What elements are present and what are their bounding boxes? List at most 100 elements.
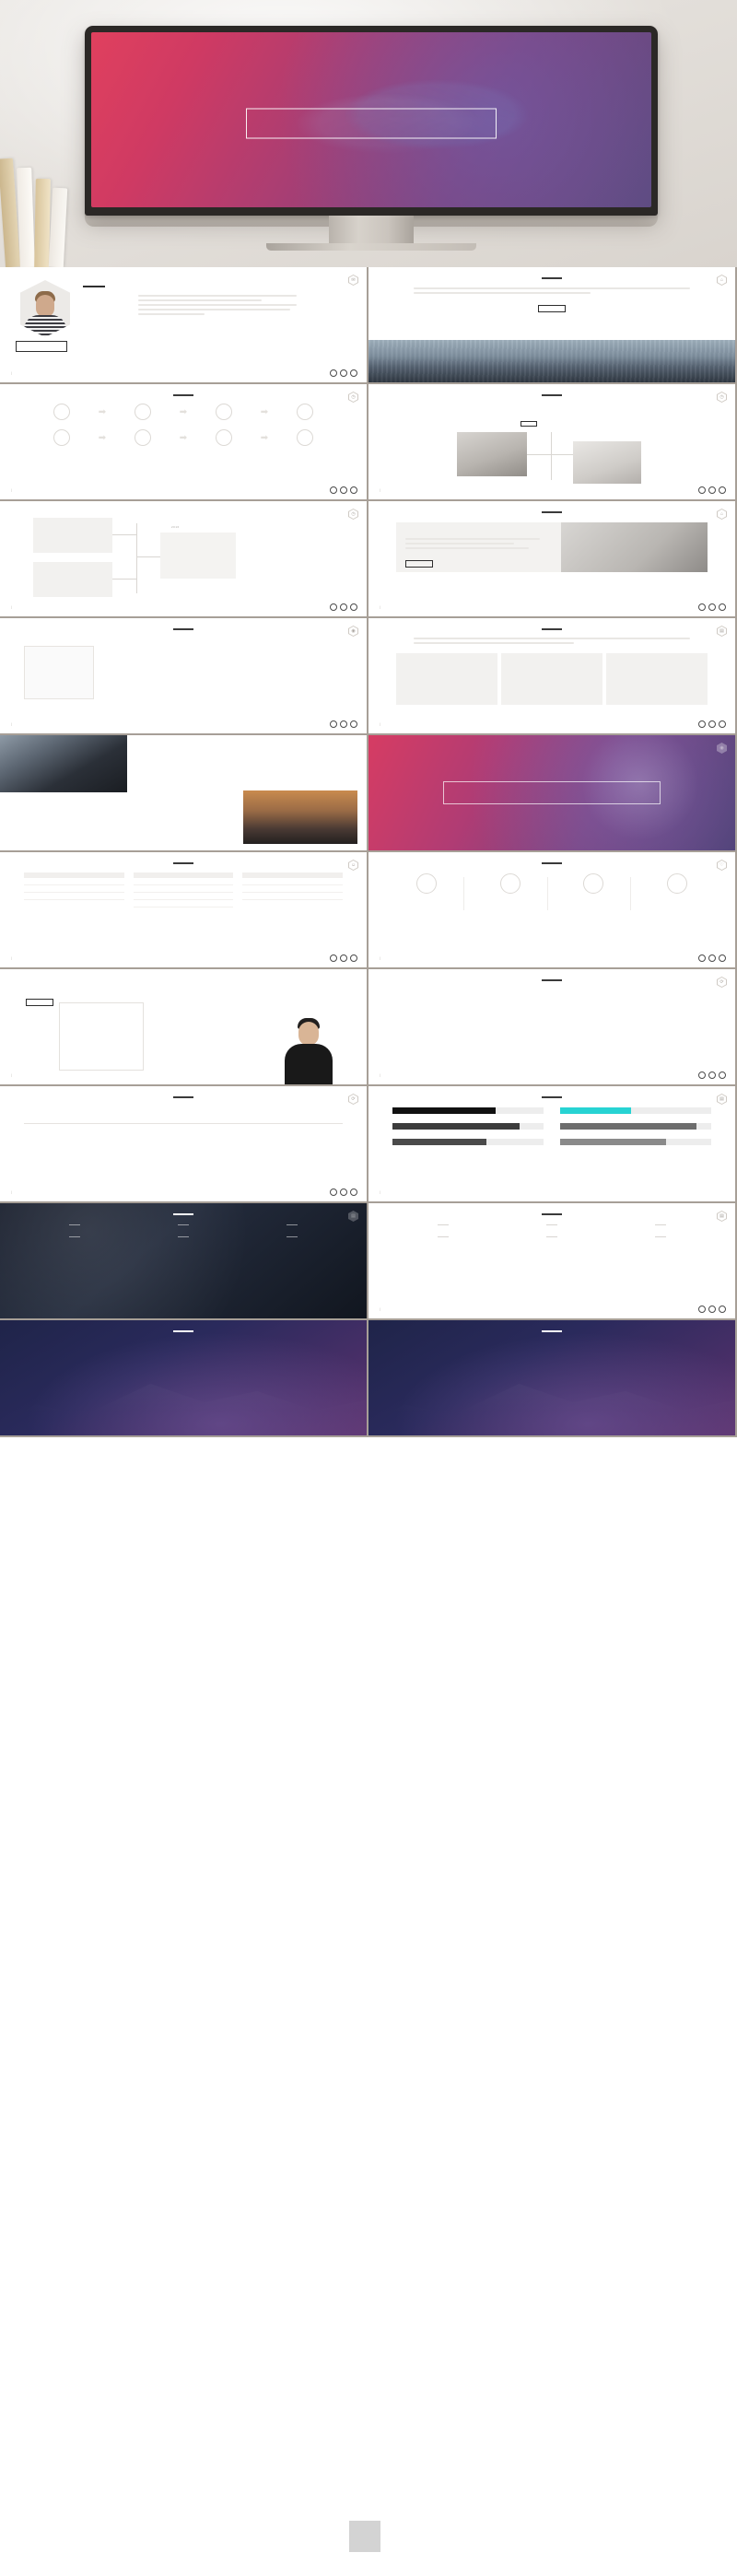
twitter-icon[interactable] [340,720,347,728]
overview-item[interactable] [280,428,330,450]
process-step[interactable] [414,990,478,995]
twitter-icon[interactable] [340,954,347,962]
service-item[interactable] [41,1234,109,1241]
value-item[interactable] [391,872,465,910]
linkedin-icon[interactable] [698,720,706,728]
linkedin-icon[interactable] [698,1306,706,1313]
slide-content-overview[interactable]: ◷ ➡ ➡ ➡ ➡ ➡ ➡ | [0,384,367,499]
service-item[interactable] [149,1234,217,1241]
process-step[interactable] [142,1130,188,1135]
value-item[interactable] [641,872,713,898]
social-links[interactable] [330,603,357,611]
slide-our-services-light[interactable]: ▤ | [368,1203,735,1318]
slide-our-values[interactable]: ♡ | [368,852,735,967]
slide-quotes[interactable] [0,735,367,850]
linkedin-icon[interactable] [698,954,706,962]
twitter-icon[interactable] [708,954,716,962]
feature-item[interactable] [107,677,217,699]
facebook-icon[interactable] [719,486,726,494]
overview-item[interactable] [118,428,168,450]
facebook-icon[interactable] [350,1188,357,1196]
slide-about-us[interactable]: ⌂ [368,267,735,382]
linkedin-icon[interactable] [698,603,706,611]
linkedin-icon[interactable] [330,1188,337,1196]
our-history-button[interactable] [538,304,566,312]
service-item[interactable] [409,1222,477,1229]
slide-technology[interactable]: | [0,969,367,1084]
twitter-icon[interactable] [708,1306,716,1313]
social-links[interactable] [698,486,726,494]
slide-our-services-dark[interactable]: ▤ [0,1203,367,1318]
social-links[interactable] [698,1071,726,1079]
slide-timeline[interactable]: ◷ | [368,384,735,499]
process-step[interactable] [103,1108,149,1113]
process-step[interactable] [181,1108,227,1113]
social-links[interactable] [698,1306,726,1313]
facebook-icon[interactable] [350,954,357,962]
service-item[interactable] [258,1222,326,1229]
twitter-icon[interactable] [708,486,716,494]
feature-item[interactable] [232,646,343,668]
linkedin-icon[interactable] [330,603,337,611]
service-item[interactable] [626,1222,695,1229]
process-step[interactable] [64,1130,111,1135]
feature-item[interactable] [107,646,217,668]
twitter-icon[interactable] [708,603,716,611]
service-item[interactable] [41,1222,109,1229]
twitter-icon[interactable] [340,1188,347,1196]
social-links[interactable] [698,603,726,611]
overview-item[interactable] [118,403,168,424]
contact-button[interactable] [405,559,433,568]
facebook-icon[interactable] [350,486,357,494]
facebook-icon[interactable] [719,603,726,611]
overview-item[interactable] [199,403,249,424]
process-step[interactable] [626,990,690,995]
value-item[interactable] [557,872,632,910]
twitter-icon[interactable] [340,603,347,611]
linkedin-icon[interactable] [330,954,337,962]
social-links[interactable] [330,1188,357,1196]
service-item[interactable] [409,1234,477,1241]
slide-our-services-bars[interactable]: ▤ | [368,1086,735,1201]
service-item[interactable] [518,1222,586,1229]
service-item[interactable] [149,1222,217,1229]
linkedin-icon[interactable] [330,369,337,377]
facebook-icon[interactable] [350,720,357,728]
slide-our-business[interactable]: ▤ | [368,618,735,733]
facebook-icon[interactable] [719,1306,726,1313]
facebook-icon[interactable] [719,720,726,728]
slide-our-process[interactable]: ⟳ | [368,969,735,1084]
slide-about-us-2[interactable]: ⌂ | [368,501,735,616]
facebook-icon[interactable] [350,369,357,377]
value-item[interactable] [474,872,548,910]
slide-my-profile[interactable]: ☺ | [0,852,367,967]
social-links[interactable] [330,486,357,494]
service-item[interactable] [258,1234,326,1241]
slide-welcome-message[interactable]: ✉ | [0,267,367,382]
overview-item[interactable] [37,428,87,450]
facebook-icon[interactable] [719,954,726,962]
twitter-icon[interactable] [708,720,716,728]
linkedin-icon[interactable] [698,486,706,494]
overview-item[interactable] [37,403,87,424]
overview-item[interactable] [199,428,249,450]
social-links[interactable] [698,720,726,728]
service-item[interactable] [518,1234,586,1241]
social-links[interactable] [330,720,357,728]
linkedin-icon[interactable] [330,486,337,494]
process-step[interactable] [520,990,584,995]
process-step[interactable] [26,1108,72,1113]
slide-our-mission[interactable]: ◉ | [0,618,367,733]
slide-our-process-2[interactable]: ⟳ | [0,1086,367,1201]
twitter-icon[interactable] [340,369,347,377]
twitter-icon[interactable] [708,1071,716,1079]
social-links[interactable] [698,954,726,962]
social-links[interactable] [330,369,357,377]
read-more-button[interactable] [26,999,53,1006]
linkedin-icon[interactable] [330,720,337,728]
slide-our-services-stats-2[interactable] [368,1320,735,1435]
social-links[interactable] [330,954,357,962]
slide-timeline-2[interactable]: ◷ 2016 | [0,501,367,616]
slide-our-vision[interactable]: ◉ [368,735,735,850]
linkedin-icon[interactable] [698,1071,706,1079]
